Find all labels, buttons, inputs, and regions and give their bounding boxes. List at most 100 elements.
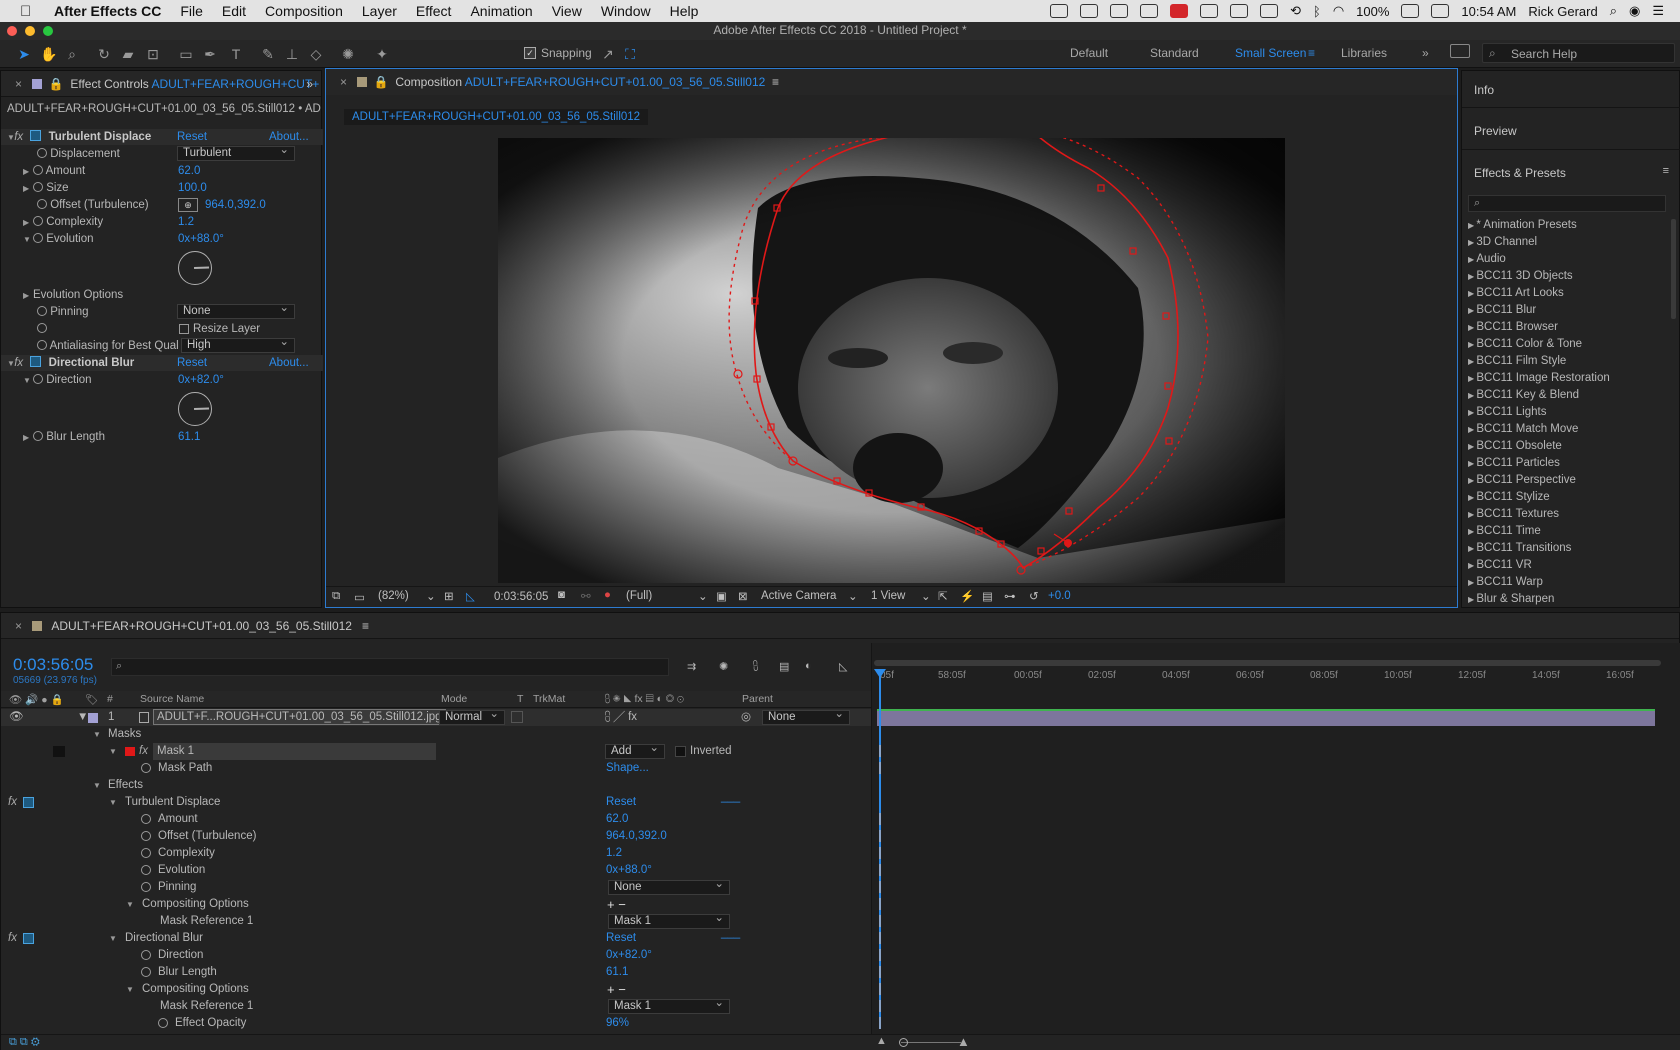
rectangle-tool-icon[interactable]: ▭ <box>178 46 194 62</box>
toggle-switches-icon[interactable]: ⧉ ⧉ ⚙ <box>9 1036 40 1049</box>
effect-enable-icon[interactable] <box>23 933 34 944</box>
snapping-checkbox[interactable]: ✓ <box>524 47 536 59</box>
roto-brush-tool-icon[interactable]: ✺ <box>340 46 356 62</box>
crosshair-point-icon[interactable]: ⊕ <box>178 198 198 212</box>
effect-enable-icon[interactable] <box>30 130 42 141</box>
bluetooth-icon[interactable]: ᛒ <box>1313 4 1321 19</box>
menu-file[interactable]: File <box>180 3 203 19</box>
battery-icon[interactable] <box>1401 4 1420 18</box>
effect-category-item[interactable]: ▶ BCC11 3D Objects <box>1462 268 1672 285</box>
battery-percent[interactable]: 100% <box>1356 4 1389 19</box>
stopwatch-icon[interactable] <box>141 763 151 773</box>
stopwatch-icon[interactable] <box>37 199 47 209</box>
comp-viewer-image[interactable] <box>498 138 1285 583</box>
rotate-tool-icon[interactable]: ↻ <box>96 46 112 62</box>
stopwatch-icon[interactable] <box>33 233 43 243</box>
menu-composition[interactable]: Composition <box>265 3 343 19</box>
tl-complexity-row[interactable]: Complexity 1.2 <box>1 845 871 862</box>
tl-mask-ref-row[interactable]: Mask Reference 1 Mask 1 <box>1 912 871 930</box>
frame-blending-icon[interactable]: ▤ <box>779 660 789 673</box>
fx-icon[interactable]: fx <box>8 794 17 811</box>
effect-category-item[interactable]: ▶ BCC11 Particles <box>1462 455 1672 472</box>
app-menu[interactable]: After Effects CC <box>54 3 161 19</box>
evolution-row[interactable]: ▼ Evolution <box>23 231 94 247</box>
db-about-link[interactable]: ___ <box>721 925 740 942</box>
eye-icon[interactable]: 👁 <box>9 709 24 726</box>
td-about-link[interactable]: ___ <box>721 789 740 806</box>
keyframe-marker[interactable] <box>879 1000 881 1012</box>
complexity-value[interactable]: 1.2 <box>178 214 194 230</box>
mask-color-swatch[interactable] <box>125 747 135 756</box>
brush-tool-icon[interactable]: ✎ <box>260 46 276 62</box>
parent-dropdown[interactable]: None <box>762 708 850 725</box>
direction-value[interactable]: 0x+82.0° <box>178 372 224 388</box>
tl-compositing2-row[interactable]: ▼ Compositing Options + − <box>1 981 871 998</box>
effects-scrollbar[interactable] <box>1671 219 1676 319</box>
directional-reset-link[interactable]: Reset <box>177 355 207 371</box>
close-tab-icon[interactable]: × <box>340 75 347 89</box>
pen-tool-icon[interactable]: ✒ <box>202 46 218 62</box>
creative-cloud-icon[interactable] <box>1140 4 1159 18</box>
screen-icon[interactable] <box>1050 4 1069 18</box>
keyframe-marker[interactable] <box>879 915 881 927</box>
tl-mask-ref-dropdown[interactable]: Mask 1 <box>608 912 730 929</box>
fast-previews-icon[interactable]: ⚡ <box>960 589 974 603</box>
direction-dial[interactable] <box>178 392 212 426</box>
evolution-value[interactable]: 0x+88.0° <box>178 231 224 247</box>
puppet-pin-tool-icon[interactable]: ✦ <box>374 46 390 62</box>
airplay-icon[interactable] <box>1260 4 1279 18</box>
stopwatch-icon[interactable] <box>33 431 43 441</box>
inverted-checkbox[interactable] <box>675 746 686 757</box>
keyframe-marker[interactable] <box>879 830 881 842</box>
close-window-icon[interactable] <box>7 26 17 36</box>
transparency-grid-icon[interactable]: ⊠ <box>738 589 748 603</box>
workspace-standard[interactable]: Standard <box>1150 46 1199 60</box>
snap-edges-icon[interactable]: ↗ <box>600 46 616 62</box>
shy-layers-icon[interactable]: ⩉ <box>753 660 758 673</box>
td-reset-link[interactable]: Reset <box>606 794 636 811</box>
effect-category-item[interactable]: ▶ BCC11 Color & Tone <box>1462 336 1672 353</box>
effect-category-item[interactable]: ▶ BCC11 Browser <box>1462 319 1672 336</box>
toggle-pixel-aspect-icon[interactable]: ⇱ <box>938 589 948 603</box>
flowchart-icon[interactable]: ⊶ <box>1004 589 1016 603</box>
fx-icon[interactable]: fx <box>14 357 23 369</box>
hand-tool-icon[interactable]: ✋ <box>40 46 57 62</box>
keyframe-marker[interactable] <box>879 983 881 995</box>
keyframe-marker[interactable] <box>879 762 881 774</box>
stopwatch-icon[interactable] <box>37 323 47 333</box>
stopwatch-icon[interactable] <box>37 306 47 316</box>
tl-mask-ref2-row[interactable]: Mask Reference 1 Mask 1 <box>1 997 871 1015</box>
amount-value[interactable]: 62.0 <box>178 163 200 179</box>
tl-blur-value[interactable]: 61.1 <box>606 964 628 981</box>
info-panel-header[interactable]: Info <box>1474 83 1494 97</box>
type-tool-icon[interactable]: T <box>228 46 244 62</box>
apple-icon[interactable]:  <box>20 3 40 20</box>
work-area-bar[interactable] <box>874 660 1661 666</box>
source-name-header[interactable]: Source Name <box>140 693 204 705</box>
minimize-window-icon[interactable] <box>25 26 35 36</box>
stopwatch-icon[interactable] <box>141 814 151 824</box>
effect-category-item[interactable]: ▶ BCC11 Film Style <box>1462 353 1672 370</box>
tl-opacity-row[interactable]: Effect Opacity 96% <box>1 1015 871 1032</box>
resolution-dropdown[interactable]: (Full) <box>626 590 652 602</box>
add-remove-mask-ref[interactable]: + − <box>607 896 626 913</box>
tl-pinning-dropdown[interactable]: None <box>608 878 730 895</box>
clock[interactable]: 10:54 AM <box>1461 4 1516 19</box>
menu-view[interactable]: View <box>552 3 582 19</box>
draft-3d-icon[interactable]: ✺ <box>719 660 728 673</box>
pinning-dropdown[interactable]: None <box>177 302 295 319</box>
playhead-handle[interactable] <box>874 669 886 678</box>
stopwatch-icon[interactable] <box>141 831 151 841</box>
mask-shape-link[interactable]: Shape... <box>606 760 649 777</box>
effect-category-item[interactable]: ▶ BCC11 Image Restoration <box>1462 370 1672 387</box>
timeline-search-field[interactable]: ⌕ <box>111 658 669 676</box>
tl-offset-value[interactable]: 964.0,392.0 <box>606 828 667 845</box>
timeline-icon[interactable]: ▤ <box>982 589 993 603</box>
workspace-small-screen[interactable]: Small Screen <box>1235 46 1306 60</box>
chevron-down-icon[interactable]: ⌄ <box>848 589 858 603</box>
effect-enable-icon[interactable] <box>23 797 34 808</box>
tl-direction-value[interactable]: 0x+82.0° <box>606 947 652 964</box>
tl-amount-row[interactable]: Amount 62.0 <box>1 811 871 828</box>
camera-tool-icon[interactable]: ▰ <box>120 46 136 62</box>
keyframe-marker[interactable] <box>879 898 881 910</box>
